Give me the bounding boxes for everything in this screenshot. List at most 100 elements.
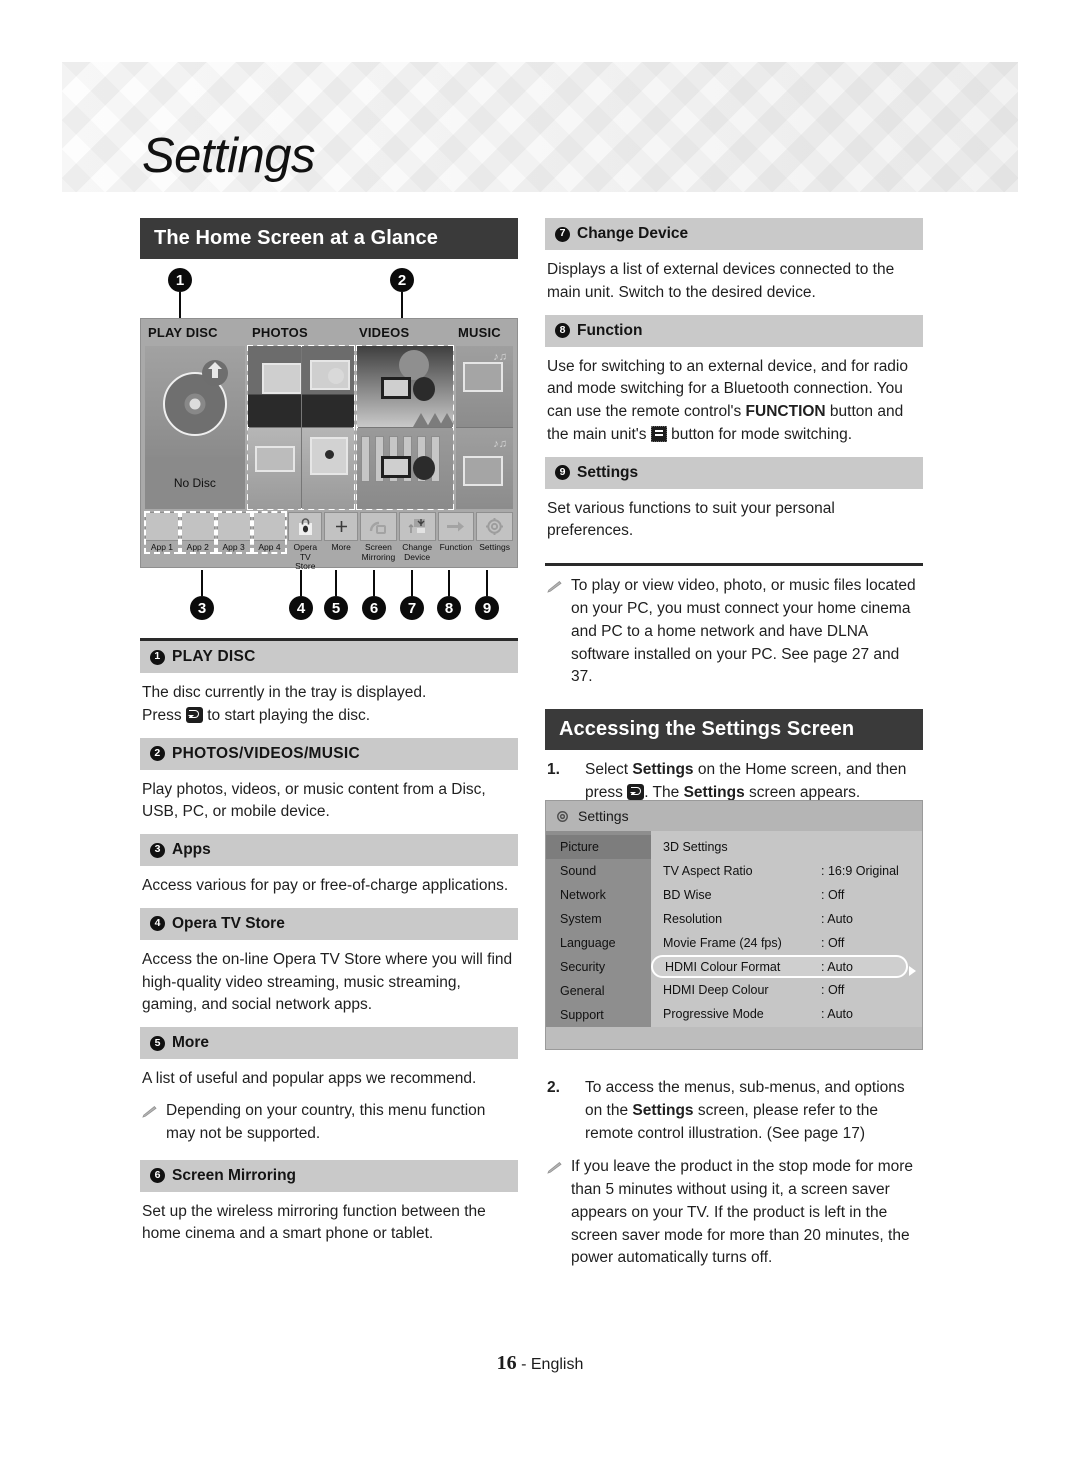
settings-nav-network[interactable]: Network [546, 883, 651, 907]
settings-nav-list: Picture Sound Network System Language Se… [546, 831, 651, 1027]
eject-arrow-icon [201, 360, 228, 386]
app-tile-4[interactable]: App 4 [251, 511, 288, 554]
function-button-icon [650, 425, 667, 442]
app-tile-2-label: App 2 [186, 542, 209, 552]
entry-header-more: 5 More [140, 1027, 518, 1060]
entry-title-change-device: Change Device [577, 225, 689, 242]
callout-8: 8 [437, 570, 461, 620]
right-column-tail: 2. To access the menus, sub-menus, and o… [545, 1068, 923, 1272]
enter-button-icon [185, 706, 203, 723]
bar-item-function[interactable]: Function [437, 512, 475, 553]
home-screen-app-bar: App 1 App 2 App 3 App 4 Opera TV Store M… [141, 509, 517, 571]
shopping-bag-icon [288, 512, 323, 541]
left-column: The Home Screen at a Glance [140, 218, 518, 259]
settings-row[interactable]: BD Wise : Off [651, 883, 922, 907]
app-tile-1-label: App 1 [150, 542, 174, 552]
bar-item-settings-label: Settings [479, 542, 510, 552]
entry-body-photos-videos-music: Play photos, videos, or music content fr… [142, 780, 486, 821]
bar-item-opera-tv-store-label: Opera TV Store [293, 542, 318, 572]
app-tile-3[interactable]: App 3 [215, 511, 252, 554]
settings-nav-security[interactable]: Security [546, 955, 651, 979]
bar-item-more[interactable]: More [324, 512, 359, 553]
entry-header-play-disc: 1 PLAY DISC [140, 641, 518, 673]
entry-header-function: 8 Function [545, 314, 923, 347]
tile-videos[interactable] [356, 345, 455, 510]
page-language: - English [521, 1356, 584, 1373]
gear-icon [476, 512, 513, 541]
entry-body-play-disc: The disc currently in the tray is displa… [142, 684, 427, 724]
callout-2: 2 [390, 268, 414, 320]
app-tile-2[interactable]: App 2 [179, 511, 216, 554]
entry-title-apps: Apps [172, 841, 211, 859]
entry-header-change-device: 7 Change Device [545, 218, 923, 250]
category-play-disc: PLAY DISC [148, 325, 218, 340]
entry-header-screen-mirroring: 6 Screen Mirroring [140, 1159, 518, 1192]
page-title: Settings [142, 129, 316, 183]
tile-play-disc[interactable]: No Disc [145, 346, 245, 509]
plus-icon [324, 512, 359, 541]
entry-title-photos-videos-music: PHOTOS/VIDEOS/MUSIC [172, 744, 360, 762]
entry-body-settings: Set various functions to suit your perso… [547, 499, 835, 540]
bar-item-function-label: Function [439, 542, 473, 552]
settings-row[interactable]: Movie Frame (24 fps) : Off [651, 931, 922, 955]
category-photos: PHOTOS [252, 325, 308, 340]
disc-artwork [145, 346, 245, 457]
bar-item-settings[interactable]: Settings [476, 512, 513, 553]
app-tile-3-label: App 3 [222, 542, 245, 552]
settings-row[interactable]: HDMI Deep Colour : Off [651, 978, 922, 1002]
settings-nav-general[interactable]: General [546, 979, 651, 1003]
settings-row[interactable]: Resolution : Auto [651, 907, 922, 931]
settings-screen-header: Settings [546, 801, 922, 831]
settings-nav-language[interactable]: Language [546, 931, 651, 955]
settings-nav-sound[interactable]: Sound [546, 859, 651, 883]
note-country-support: Depending on your country, this menu fun… [140, 1093, 518, 1148]
settings-row[interactable]: 3D Settings [651, 835, 922, 859]
settings-screen-title: Settings [578, 808, 629, 824]
disc-status-label: No Disc [145, 457, 245, 509]
gear-icon [555, 809, 570, 824]
entry-header-apps: 3 Apps [140, 834, 518, 867]
pencil-note-icon [547, 575, 564, 689]
page-footer: 16 - English [0, 1352, 1080, 1375]
note-dlna: To play or view video, photo, or music f… [545, 568, 923, 691]
app-tile-1[interactable]: App 1 [144, 511, 180, 554]
manual-page: Settings The Home Screen at a Glance 1 2… [0, 0, 1080, 1479]
entry-header-settings: 9 Settings [545, 456, 923, 489]
note-screen-saver: If you leave the product in the stop mod… [545, 1149, 923, 1272]
enter-button-icon [627, 783, 645, 800]
entry-header-photos-videos-music: 2 PHOTOS/VIDEOS/MUSIC [140, 737, 518, 770]
entry-body-screen-mirroring: Set up the wireless mirroring function b… [142, 1202, 486, 1243]
callout-1: 1 [168, 268, 192, 320]
settings-row[interactable]: TV Aspect Ratio : 16:9 Original [651, 859, 922, 883]
section-title-accessing-settings: Accessing the Settings Screen [545, 709, 923, 751]
bar-item-screen-mirroring-label: Screen Mirroring [361, 542, 396, 562]
entry-title-opera-tv-store: Opera TV Store [172, 914, 285, 932]
category-music: MUSIC [458, 325, 501, 340]
entry-body-change-device: Displays a list of external devices conn… [547, 261, 895, 301]
bar-item-opera-tv-store[interactable]: Opera TV Store [288, 512, 323, 572]
entry-title-settings: Settings [577, 463, 639, 481]
home-screen-tiles: No Disc ♪♫ ♪♫ [141, 345, 517, 510]
left-entries: 1 PLAY DISC The disc currently in the tr… [140, 638, 518, 1256]
entry-title-more: More [172, 1034, 210, 1052]
settings-row[interactable]: Progressive Mode : Auto [651, 1002, 922, 1026]
settings-nav-system[interactable]: System [546, 907, 651, 931]
home-screen-category-labels: PLAY DISC PHOTOS VIDEOS MUSIC [141, 319, 517, 346]
entry-header-opera-tv-store: 4 Opera TV Store [140, 907, 518, 940]
settings-nav-picture[interactable]: Picture [546, 835, 651, 859]
callout-5: 5 [324, 570, 348, 620]
settings-screen-mockup: Settings Picture Sound Network System La… [545, 800, 923, 1050]
tile-photos[interactable] [246, 345, 356, 510]
tile-music[interactable]: ♪♫ ♪♫ [456, 346, 513, 509]
entry-body-function: Use for switching to an external device,… [547, 357, 908, 443]
pencil-note-icon [547, 1156, 564, 1270]
settings-nav-support[interactable]: Support [546, 1003, 651, 1027]
callout-7: 7 [400, 570, 424, 620]
bar-item-screen-mirroring[interactable]: Screen Mirroring [360, 512, 397, 562]
settings-row-selected[interactable]: HDMI Colour Format : Auto [651, 955, 908, 978]
entry-title-screen-mirroring: Screen Mirroring [172, 1166, 297, 1184]
bar-item-change-device[interactable]: Change Device [398, 512, 436, 562]
chevron-right-icon [909, 966, 916, 976]
callout-3: 3 [190, 570, 214, 620]
bar-item-more-label: More [331, 542, 351, 552]
